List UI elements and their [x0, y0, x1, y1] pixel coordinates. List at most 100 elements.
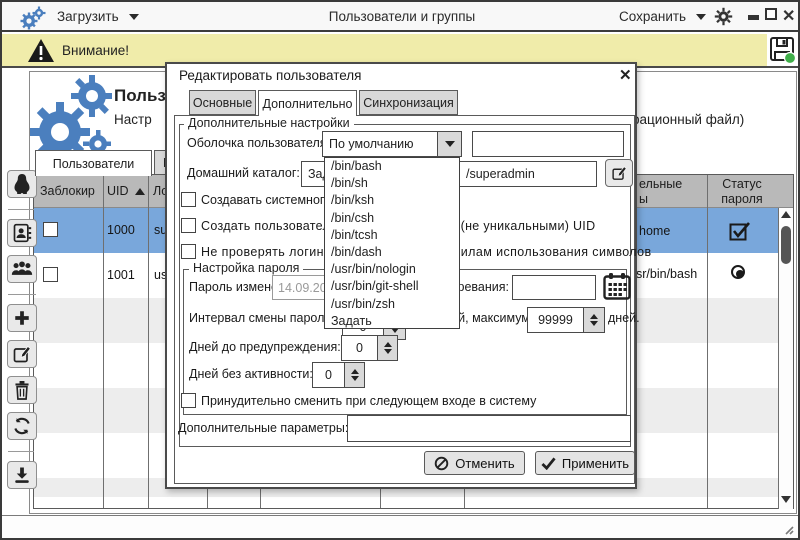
column-header-groups-line1[interactable]: ельные [639, 177, 682, 191]
dialog-tab-advanced[interactable]: Дополнительно [258, 90, 357, 116]
address-book-icon [12, 223, 32, 243]
shell-option[interactable]: /bin/bash [325, 158, 459, 175]
save-menu-button[interactable]: Сохранить [619, 9, 686, 24]
extra-params-label: Дополнительные параметры: [178, 421, 348, 435]
shell-option[interactable]: /bin/dash [325, 244, 459, 261]
shell-dropdown-list: /bin/bash/bin/sh/bin/ksh/bin/csh/bin/tcs… [324, 157, 460, 329]
dup-uid-checkbox[interactable] [181, 218, 196, 233]
shell-combobox[interactable]: По умолчанию [322, 131, 462, 157]
home-path-edit-button[interactable] [605, 159, 633, 187]
refresh-button[interactable] [7, 412, 37, 440]
shell-option[interactable]: /bin/ksh [325, 192, 459, 209]
column-header-groups-line2[interactable]: ы [639, 192, 648, 206]
shell-combobox-arrow-button[interactable] [437, 132, 461, 156]
column-header-uid[interactable]: UID [107, 184, 129, 198]
plus-icon [13, 309, 31, 327]
add-user-button[interactable] [7, 304, 37, 332]
load-menu-button[interactable]: Загрузить [57, 9, 119, 24]
home-dir-label: Домашний каталог: [187, 166, 300, 180]
row1-password-status-checked-icon[interactable] [729, 221, 751, 246]
sidebar-separator [8, 451, 36, 452]
save-status-button[interactable] [767, 34, 798, 66]
page-title-fragment: Польз [114, 86, 166, 106]
interval-max-spin-buttons[interactable] [584, 307, 605, 333]
app-window: Загрузить Пользователи и группы Сохранит… [0, 0, 800, 540]
shell-option[interactable]: /usr/bin/git-shell [325, 278, 459, 295]
groups-button[interactable] [7, 255, 37, 283]
minimize-button[interactable] [748, 15, 759, 20]
load-caret-icon [129, 14, 139, 20]
tab-users[interactable]: Пользователи [35, 150, 152, 176]
column-divider [103, 175, 104, 508]
show-system-users-button[interactable] [7, 170, 37, 198]
edit-icon [12, 344, 32, 364]
column-header-locked[interactable]: Заблокир [40, 184, 95, 198]
inactive-days-spin-buttons[interactable] [345, 362, 365, 388]
maximize-button[interactable] [765, 8, 777, 20]
dialog-close-icon[interactable]: ✕ [619, 66, 632, 84]
inactive-days-label: Дней без активности: [189, 367, 313, 381]
shell-option[interactable]: /bin/csh [325, 210, 459, 227]
interval-tail-label: дней. [608, 311, 640, 325]
resize-grip-icon[interactable] [782, 522, 794, 540]
password-settings-legend: Настройка пароля [189, 261, 303, 275]
edit-user-button[interactable] [7, 340, 37, 368]
app-logo-gears-icon [20, 5, 46, 36]
calendar-icon [602, 271, 632, 301]
cancel-prohibition-icon [434, 456, 449, 471]
pencil-icon [611, 165, 628, 182]
dialog-tab-main[interactable]: Основные [189, 90, 256, 115]
window-title: Пользователи и группы [252, 9, 552, 24]
warn-days-spin-buttons[interactable] [378, 335, 398, 361]
alert-text: Внимание! [62, 43, 129, 58]
shell-combobox-value: По умолчанию [323, 137, 414, 151]
scrollbar-thumb[interactable] [781, 226, 791, 264]
settings-gear-icon[interactable] [714, 7, 733, 31]
dialog-title: Редактировать пользователя [179, 68, 362, 83]
password-expire-input[interactable] [512, 275, 596, 300]
shell-option[interactable]: /usr/bin/nologin [325, 261, 459, 278]
dialog-tab-sync[interactable]: Синхронизация [359, 90, 458, 115]
row2-password-status-radio-icon[interactable] [731, 265, 745, 279]
apply-button[interactable]: Применить [535, 451, 635, 475]
extra-params-input[interactable] [347, 415, 631, 442]
apply-button-label: Применить [562, 456, 629, 471]
user-card-button[interactable] [7, 219, 37, 247]
cancel-button-label: Отменить [455, 456, 514, 471]
close-button[interactable]: ✕ [782, 6, 795, 26]
row2-shell-fragment: sr/bin/bash [636, 267, 697, 281]
row2-uid: 1001 [107, 268, 135, 282]
shell-option[interactable]: Задать [325, 313, 459, 330]
shell-option[interactable]: /bin/sh [325, 175, 459, 192]
save-caret-icon [696, 14, 706, 20]
column-header-status-line1[interactable]: Статус [707, 177, 777, 191]
shell-option[interactable]: /usr/bin/zsh [325, 296, 459, 313]
system-user-checkbox[interactable] [181, 192, 196, 207]
interval-max-spinner[interactable]: 99999 [527, 307, 584, 333]
apply-check-icon [541, 457, 556, 470]
row2-locked-checkbox[interactable] [43, 267, 58, 282]
delete-user-button[interactable] [7, 376, 37, 404]
shell-option[interactable]: /bin/tcsh [325, 227, 459, 244]
row1-home-fragment: home [639, 224, 670, 238]
row1-locked-checkbox[interactable] [43, 222, 58, 237]
cancel-button[interactable]: Отменить [424, 451, 525, 475]
penguin-icon [12, 173, 32, 195]
force-change-checkbox[interactable] [181, 393, 196, 408]
calendar-button[interactable] [602, 271, 632, 306]
tab-users-label: Пользователи [53, 157, 135, 171]
export-button[interactable] [7, 461, 37, 489]
sidebar-separator [8, 294, 36, 295]
inactive-days-spinner[interactable]: 0 [312, 362, 345, 388]
warn-days-spinner[interactable]: 0 [341, 335, 378, 361]
force-change-label: Принудительно сменить при следующем вход… [201, 394, 536, 408]
shell-custom-input[interactable] [472, 131, 624, 157]
scroll-up-icon[interactable] [781, 211, 791, 218]
scroll-down-icon[interactable] [781, 496, 791, 503]
group-icon [11, 260, 33, 278]
home-path-input[interactable]: /superadmin [449, 161, 597, 187]
download-icon [13, 466, 31, 484]
column-header-status-line2[interactable]: пароля [707, 192, 777, 206]
no-login-check-checkbox[interactable] [181, 244, 196, 259]
warn-days-label: Дней до предупреждения: [189, 340, 341, 354]
